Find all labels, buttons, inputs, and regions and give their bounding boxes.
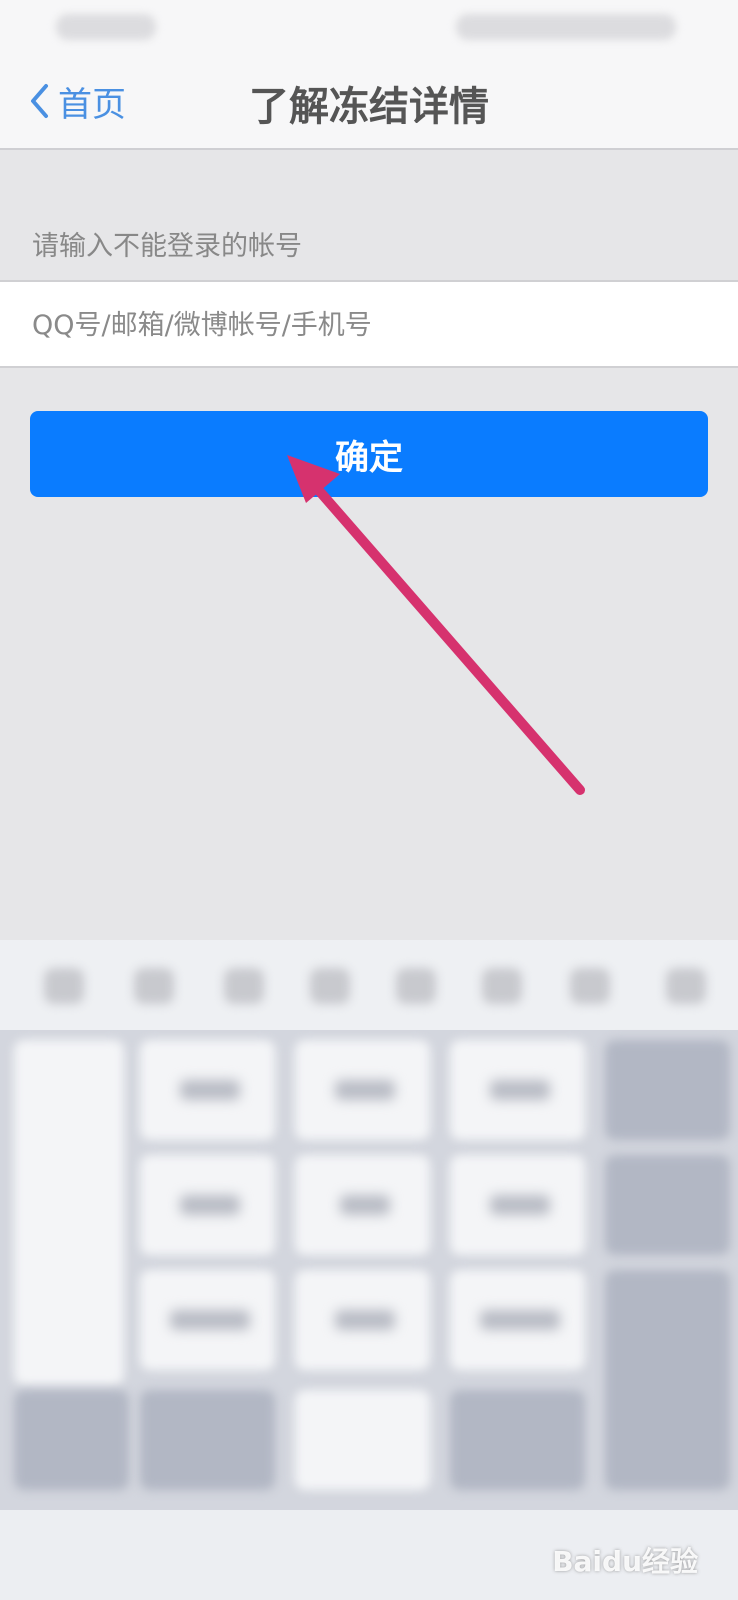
- status-bar: [0, 0, 738, 56]
- keyboard-glyph: [490, 1195, 550, 1215]
- status-icons-blurred: [456, 14, 676, 40]
- keyboard-glyph: [340, 1195, 390, 1215]
- candidate-item: [396, 968, 436, 1004]
- keyboard-key: [14, 1040, 124, 1385]
- keyboard-glyph: [490, 1080, 550, 1100]
- account-input-row: [0, 280, 738, 368]
- candidate-item: [224, 968, 264, 1004]
- keyboard-key: [605, 1040, 730, 1140]
- keyboard-glyph: [170, 1310, 250, 1330]
- keyboard-glyph: [480, 1310, 560, 1330]
- keyboard-key: [14, 1390, 129, 1490]
- status-time-blurred: [56, 14, 156, 40]
- candidate-item: [134, 968, 174, 1004]
- account-hint-label: 请输入不能登录的帐号: [32, 231, 302, 262]
- keyboard-key: [295, 1390, 430, 1490]
- page-title: 了解冻结详情: [249, 84, 489, 130]
- candidate-item: [44, 968, 84, 1004]
- account-input[interactable]: [30, 282, 714, 368]
- confirm-button[interactable]: 确定: [30, 411, 708, 497]
- candidate-item: [482, 968, 522, 1004]
- candidate-item: [666, 968, 706, 1004]
- keyboard-glyph: [335, 1310, 395, 1330]
- keyboard-blurred: Baidu经验: [0, 940, 738, 1600]
- keyboard-glyph: [180, 1080, 240, 1100]
- keyboard-key: [605, 1270, 730, 1490]
- navigation-bar: 首页 了解冻结详情: [0, 56, 738, 150]
- candidate-item: [310, 968, 350, 1004]
- keyboard-glyph: [180, 1195, 240, 1215]
- candidate-item: [570, 968, 610, 1004]
- keyboard-key: [450, 1390, 585, 1490]
- watermark: Baidu经验: [552, 1545, 698, 1578]
- keyboard-glyph: [335, 1080, 395, 1100]
- keyboard-candidate-bar: [0, 940, 738, 1030]
- keyboard-key: [605, 1155, 730, 1255]
- keyboard-key: [140, 1390, 275, 1490]
